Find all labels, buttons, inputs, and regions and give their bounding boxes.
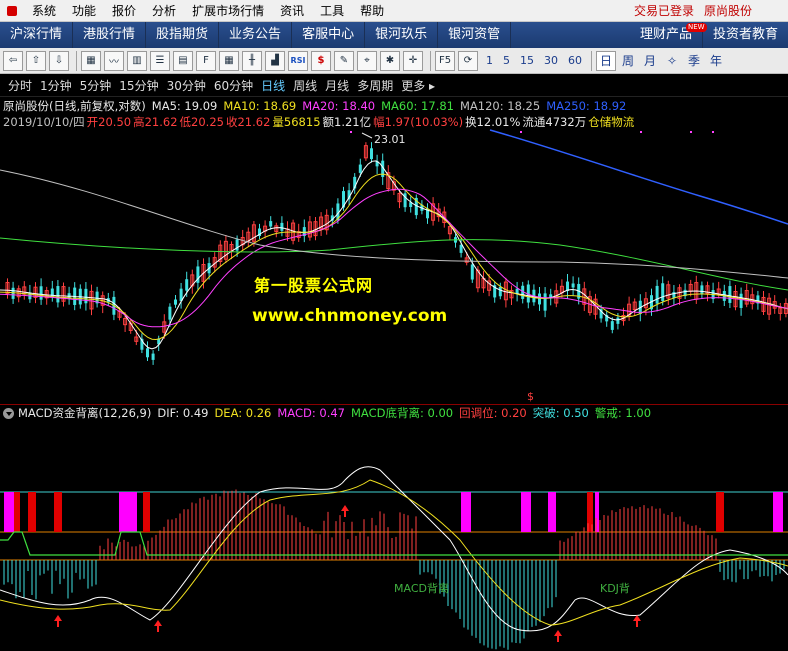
breakout-step-line: [0, 531, 788, 556]
signal-dot: [350, 131, 352, 133]
candle-body: [459, 244, 463, 253]
signal-block: [143, 492, 150, 532]
signal-block: [119, 492, 131, 532]
candle-body: [56, 286, 60, 303]
indicator-dea: DEA: 0.26: [214, 406, 272, 420]
candle-body: [84, 288, 88, 304]
candle-body: [280, 222, 284, 231]
peak-price-label: 23.01: [374, 133, 406, 146]
candle-body: [498, 286, 502, 297]
signal-block: [28, 492, 36, 532]
ma60-line: [0, 237, 788, 291]
candle-body: [146, 348, 149, 358]
candle-body: [610, 321, 614, 330]
indicator-breakout: 突破: 0.50: [532, 406, 589, 420]
watermark-title: 第一股票公式网: [254, 276, 374, 295]
candle-body: [370, 148, 373, 160]
signal-block: [548, 492, 556, 532]
ma250-line: [489, 129, 788, 225]
buy-arrow-icon: [54, 615, 62, 627]
buy-arrow-icon: [341, 505, 349, 517]
candle-body: [185, 279, 189, 291]
indicator-header: MACD资金背离(12,26,9) DIF: 0.49 DEA: 0.26 MA…: [0, 404, 788, 421]
candle-body: [39, 286, 43, 300]
indicator-name[interactable]: MACD资金背离(12,26,9): [18, 405, 151, 421]
macd-divergence-label: MACD背离: [394, 582, 449, 595]
buy-arrow-icon: [554, 630, 562, 642]
signal-block: [521, 492, 531, 532]
indicator-alert: 警戒: 1.00: [594, 406, 652, 420]
candle-body: [728, 286, 732, 303]
signal-dot: [712, 131, 714, 133]
dollar-marker: $: [527, 390, 534, 403]
candle-body: [470, 264, 474, 280]
signal-block: [716, 492, 724, 532]
signal-block: [14, 492, 20, 532]
signal-dot: [640, 131, 642, 133]
signal-block: [54, 492, 62, 532]
buy-arrow-icon: [154, 620, 162, 632]
candle-body: [655, 285, 659, 304]
signal-block: [773, 492, 783, 532]
candle-body: [174, 299, 177, 305]
signal-block: [131, 492, 137, 532]
candle-body: [538, 293, 541, 305]
dif-line: [0, 466, 788, 632]
candle-body: [616, 317, 620, 324]
candle-body: [269, 221, 273, 227]
indicator-dif: DIF: 0.49: [157, 406, 209, 420]
signal-block: [461, 492, 471, 532]
signal-dot: [690, 131, 692, 133]
candle-body: [11, 287, 15, 299]
indicator-macd-divergence: MACD底背离: 0.00: [350, 406, 454, 420]
candle-body: [700, 285, 704, 294]
candle-body: [571, 283, 575, 288]
candle-body: [661, 283, 665, 302]
peak-marker-line: [361, 132, 373, 139]
indicator-dropdown-icon[interactable]: [3, 407, 14, 419]
watermark-url: www.chnmoney.com: [252, 306, 448, 326]
candle-body: [168, 306, 172, 320]
kdj-divergence-label: KDJ背: [600, 582, 630, 595]
buy-arrow-icon: [633, 615, 641, 627]
candle-body: [739, 293, 743, 308]
candle-body: [151, 353, 155, 360]
dea-line: [0, 479, 788, 626]
signal-block: [4, 492, 14, 532]
candle-body: [358, 164, 362, 173]
signal-dot: [520, 131, 522, 133]
indicator-pullback: 回调位: 0.20: [459, 406, 527, 420]
indicator-macd: MACD: 0.47: [277, 406, 345, 420]
candle-body: [543, 293, 547, 311]
